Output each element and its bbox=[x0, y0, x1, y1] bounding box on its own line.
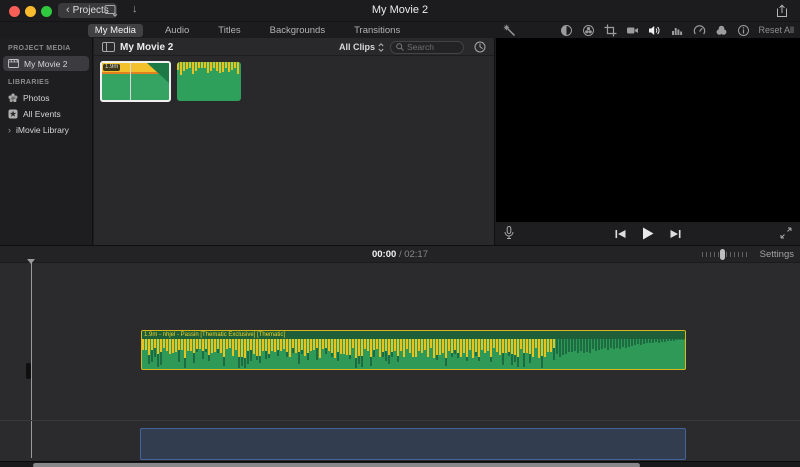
star-icon bbox=[8, 109, 18, 119]
time-separator: / bbox=[398, 249, 402, 260]
tab-backgrounds[interactable]: Backgrounds bbox=[263, 24, 332, 37]
viewer-pane bbox=[496, 38, 800, 245]
crop-icon[interactable] bbox=[604, 24, 617, 37]
fullscreen-icon[interactable] bbox=[780, 227, 792, 239]
color-correction-icon[interactable] bbox=[582, 24, 595, 37]
sidebar-item-all-events[interactable]: All Events bbox=[3, 106, 89, 121]
sidebar-item-my-movie-2[interactable]: My Movie 2 bbox=[3, 56, 89, 71]
horizontal-scrollbar-thumb[interactable] bbox=[33, 463, 640, 467]
clip-waveform bbox=[177, 62, 241, 101]
skip-forward-button[interactable] bbox=[670, 229, 681, 239]
clapperboard-icon bbox=[8, 59, 19, 68]
search-icon bbox=[396, 43, 404, 51]
timeline-clip-title: 1.9m - nhjel - Passin [Thematic Exclusiv… bbox=[142, 331, 685, 339]
timeline-zoom-slider[interactable] bbox=[702, 249, 754, 260]
tab-my-media[interactable]: My Media bbox=[87, 23, 143, 37]
media-browser: My Movie 2 All Clips Search 1.9m bbox=[94, 38, 495, 245]
updown-chevrons-icon bbox=[378, 42, 384, 52]
enhance-wand-icon[interactable] bbox=[503, 24, 516, 37]
timeline: 00:00 / 02:17 Settings 1.9m - nhjel - Pa… bbox=[0, 245, 800, 467]
disclosure-chevron-icon[interactable]: › bbox=[8, 125, 11, 135]
timeline-settings-button[interactable]: Settings bbox=[760, 249, 794, 260]
transport-controls bbox=[496, 222, 800, 245]
search-box[interactable] bbox=[390, 40, 464, 54]
sidebar-section-project-media: PROJECT MEDIA bbox=[8, 45, 71, 52]
sidebar-item-label: My Movie 2 bbox=[24, 58, 68, 69]
all-clips-label: All Clips bbox=[338, 42, 375, 52]
media-clip-audio-1[interactable]: 1.9m bbox=[100, 61, 171, 102]
stabilization-icon[interactable] bbox=[626, 24, 639, 37]
horizontal-scrollbar[interactable] bbox=[0, 461, 800, 467]
sidebar: PROJECT MEDIA My Movie 2 LIBRARIES Photo… bbox=[0, 38, 93, 245]
sidebar-section-libraries: LIBRARIES bbox=[8, 79, 50, 86]
skimmer-playhead bbox=[130, 63, 131, 100]
imovie-window: ‹ Projects ↓ My Movie 2 My Media Audio T… bbox=[0, 0, 800, 467]
content-region: PROJECT MEDIA My Movie 2 LIBRARIES Photo… bbox=[0, 38, 800, 245]
all-clips-dropdown[interactable]: All Clips bbox=[339, 42, 384, 52]
clip-filter-icon[interactable] bbox=[715, 24, 728, 37]
skip-back-button[interactable] bbox=[615, 229, 626, 239]
volume-icon[interactable] bbox=[648, 24, 662, 37]
sidebar-item-label: All Events bbox=[23, 108, 61, 119]
sidebar-toggle-icon[interactable] bbox=[102, 42, 115, 52]
playhead-handle[interactable] bbox=[26, 363, 31, 379]
timeline-audio-clip[interactable]: 1.9m - nhjel - Passin [Thematic Exclusiv… bbox=[141, 330, 686, 370]
browser-title: My Movie 2 bbox=[120, 42, 174, 53]
current-time: 00:00 bbox=[371, 249, 397, 260]
speed-icon[interactable] bbox=[693, 24, 706, 37]
timeline-drop-placeholder[interactable] bbox=[140, 428, 686, 460]
media-tabs: My Media Audio Titles Backgrounds Transi… bbox=[0, 22, 495, 38]
total-duration: 02:17 bbox=[404, 249, 428, 260]
play-button[interactable] bbox=[642, 227, 654, 240]
time-display: 00:00 / 02:17 bbox=[0, 249, 800, 260]
sidebar-item-imovie-library[interactable]: › iMovie Library bbox=[3, 122, 89, 137]
secondary-toolbar: My Media Audio Titles Backgrounds Transi… bbox=[0, 22, 800, 38]
sidebar-item-label: iMovie Library bbox=[16, 124, 69, 135]
reset-all-button[interactable]: Reset All bbox=[758, 25, 794, 35]
noise-reduction-icon[interactable] bbox=[671, 24, 684, 37]
playhead-line[interactable] bbox=[31, 260, 32, 458]
viewer-adjust-toolbar: Reset All bbox=[495, 22, 800, 38]
tab-titles[interactable]: Titles bbox=[211, 24, 247, 37]
total-time: / 02:17 bbox=[399, 249, 428, 260]
sidebar-item-label: Photos bbox=[23, 92, 50, 103]
browser-header: My Movie 2 All Clips bbox=[94, 38, 494, 56]
tab-transitions[interactable]: Transitions bbox=[347, 24, 407, 37]
titlebar: ‹ Projects ↓ My Movie 2 bbox=[0, 0, 800, 22]
window-title: My Movie 2 bbox=[371, 4, 429, 16]
timeline-header: 00:00 / 02:17 Settings bbox=[0, 246, 800, 263]
color-balance-icon[interactable] bbox=[560, 24, 573, 37]
clip-duration-badge: 1.9m bbox=[103, 64, 121, 71]
timeline-clip-waveform bbox=[142, 339, 685, 368]
photos-flower-icon bbox=[8, 93, 18, 103]
info-icon[interactable] bbox=[737, 24, 750, 37]
clip-appearance-icon[interactable] bbox=[474, 41, 486, 53]
search-input[interactable] bbox=[407, 42, 458, 52]
viewer-controls bbox=[496, 222, 800, 245]
share-icon[interactable] bbox=[776, 4, 788, 18]
zoom-slider-thumb[interactable] bbox=[720, 249, 725, 260]
tab-audio[interactable]: Audio bbox=[158, 24, 196, 37]
sidebar-item-photos[interactable]: Photos bbox=[3, 90, 89, 105]
viewer-screen[interactable] bbox=[496, 38, 800, 222]
media-clip-audio-2[interactable] bbox=[177, 62, 241, 101]
timeline-lane-divider bbox=[0, 420, 800, 421]
